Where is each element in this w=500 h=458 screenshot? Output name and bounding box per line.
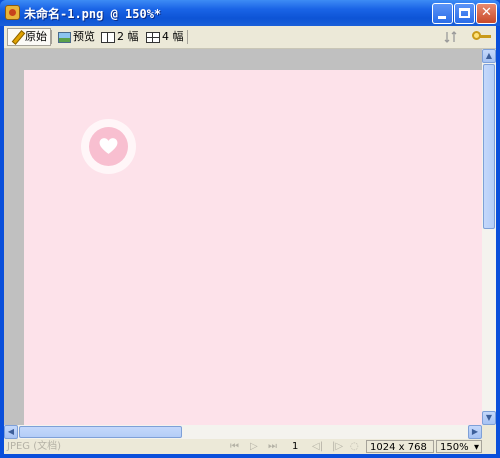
zoom-value: 150% — [440, 442, 469, 453]
play-button[interactable]: ▷ — [250, 439, 258, 454]
vertical-scrollbar[interactable]: ▲ ▼ — [482, 49, 496, 425]
key-icon[interactable] — [472, 31, 492, 43]
view-toolbar: 原始 预览 2 幅 4 幅 — [4, 26, 496, 49]
window-title: 未命名-1.png @ 150%* — [24, 7, 162, 21]
two-up-icon — [101, 31, 115, 43]
frame-number: 1 — [292, 441, 299, 452]
scrollbar-corner — [482, 425, 496, 439]
tab-preview[interactable]: 预览 — [55, 28, 98, 46]
image-dimensions: 1024 x 768 — [366, 440, 434, 453]
sort-icon[interactable] — [444, 30, 460, 44]
toolbar-divider — [51, 30, 52, 44]
minimize-icon — [438, 16, 446, 19]
canvas-workspace[interactable] — [4, 49, 482, 425]
toolbar-divider — [187, 30, 188, 44]
tab-preview-label: 预览 — [73, 30, 95, 43]
last-frame-button[interactable]: ⏭ — [268, 439, 277, 454]
next-frame-button[interactable]: |▷ — [332, 439, 343, 454]
scroll-down-button[interactable]: ▼ — [482, 411, 496, 425]
horizontal-scrollbar[interactable]: ◀ ▶ — [4, 425, 482, 439]
chevron-down-icon: ▾ — [473, 442, 479, 453]
zoom-select[interactable]: 150% ▾ — [436, 440, 482, 453]
four-up-icon — [146, 31, 160, 43]
client-area: 原始 预览 2 幅 4 幅 ▲ ▼ ◀ ▶ JPEG (文档) ⏮ ▷ ⏭ 1 … — [4, 26, 496, 454]
vertical-scroll-thumb[interactable] — [483, 64, 495, 229]
image-canvas[interactable] — [24, 70, 482, 425]
first-frame-button[interactable]: ⏮ — [230, 439, 239, 454]
tab-4-up[interactable]: 4 幅 — [143, 28, 187, 46]
title-bar[interactable]: 未命名-1.png @ 150%* ✕ — [0, 0, 500, 26]
status-bar: JPEG (文档) ⏮ ▷ ⏭ 1 ◁| |▷ ◌ 1024 x 768 150… — [4, 439, 496, 454]
pencil-icon — [11, 31, 23, 43]
tab-original-label: 原始 — [25, 30, 47, 43]
tab-2-up[interactable]: 2 幅 — [98, 28, 142, 46]
file-format-text: JPEG (文档) — [7, 441, 62, 452]
document-window: 未命名-1.png @ 150%* ✕ 原始 预览 2 幅 4 幅 ▲ ▼ ◀ … — [0, 0, 500, 458]
tab-4-up-label: 4 幅 — [162, 30, 184, 43]
app-icon[interactable] — [5, 5, 20, 20]
close-button[interactable]: ✕ — [476, 3, 497, 24]
heart-badge — [81, 119, 136, 174]
image-preview-icon — [58, 31, 71, 43]
scroll-up-button[interactable]: ▲ — [482, 49, 496, 63]
scroll-right-button[interactable]: ▶ — [468, 425, 482, 439]
minimize-button[interactable] — [432, 3, 453, 24]
heart-icon — [99, 138, 118, 154]
tab-original[interactable]: 原始 — [7, 28, 51, 46]
horizontal-scroll-thumb[interactable] — [19, 426, 182, 438]
tab-2-up-label: 2 幅 — [117, 30, 139, 43]
scroll-left-button[interactable]: ◀ — [4, 425, 18, 439]
loop-icon[interactable]: ◌ — [350, 439, 359, 454]
heart-badge-inner — [89, 127, 128, 166]
previous-frame-button[interactable]: ◁| — [312, 439, 323, 454]
maximize-icon — [459, 8, 470, 18]
maximize-button[interactable] — [454, 3, 475, 24]
